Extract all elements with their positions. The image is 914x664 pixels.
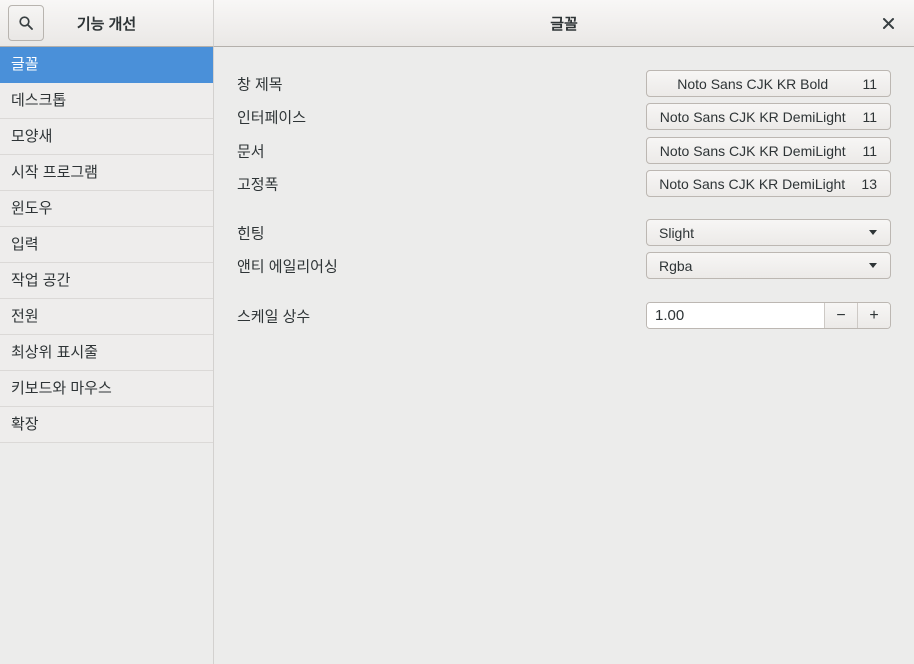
antialiasing-dropdown[interactable]: Rgba [646,252,891,279]
row-label: 인터페이스 [237,106,306,127]
scaling-factor-spinner: − + [646,302,891,329]
sidebar: 글꼴 데스크톱 모양새 시작 프로그램 윈도우 입력 작업 공간 전원 최상위 … [0,47,214,664]
sidebar-item-desktop[interactable]: 데스크톱 [0,83,213,119]
minus-icon: − [836,307,845,325]
font-size: 11 [858,143,890,159]
font-row-document: 문서 Noto Sans CJK KR DemiLight 11 [214,137,914,164]
increment-button[interactable]: + [857,303,890,328]
gnome-tweaks-window: 기능 개선 글꼴 글꼴 데스크톱 모양새 시작 프로그램 윈도우 입력 작업 공… [0,0,914,664]
chevron-down-icon [869,230,877,235]
plus-icon: + [869,307,878,325]
header-bar: 기능 개선 글꼴 [0,0,914,47]
sidebar-item-appearance[interactable]: 모양새 [0,119,213,155]
sidebar-item-fonts[interactable]: 글꼴 [0,47,213,83]
sidebar-title: 기능 개선 [77,13,136,34]
row-label: 앤티 에일리어싱 [237,255,338,276]
close-icon [882,17,895,30]
sidebar-item-workspaces[interactable]: 작업 공간 [0,263,213,299]
sidebar-item-input[interactable]: 입력 [0,227,213,263]
sidebar-item-top-bar[interactable]: 최상위 표시줄 [0,335,213,371]
sidebar-item-power[interactable]: 전원 [0,299,213,335]
hinting-row: 힌팅 Slight [214,219,914,246]
font-size: 11 [858,109,890,125]
search-button[interactable] [8,5,44,41]
row-label: 문서 [237,140,265,161]
search-icon [18,15,34,31]
font-button-window-title[interactable]: Noto Sans CJK KR Bold 11 [646,70,891,97]
fonts-panel: 창 제목 Noto Sans CJK KR Bold 11 인터페이스 Noto… [214,47,914,664]
dropdown-value: Slight [647,225,869,241]
font-size: 11 [858,76,890,92]
row-label: 힌팅 [237,222,265,243]
sidebar-item-startup-apps[interactable]: 시작 프로그램 [0,155,213,191]
sidebar-item-extensions[interactable]: 확장 [0,407,213,443]
font-row-monospace: 고정폭 Noto Sans CJK KR DemiLight 13 [214,170,914,197]
font-name: Noto Sans CJK KR Bold [647,76,858,92]
dropdown-value: Rgba [647,258,869,274]
font-name: Noto Sans CJK KR DemiLight [647,143,858,159]
font-name: Noto Sans CJK KR DemiLight [647,109,858,125]
close-button[interactable] [874,9,902,37]
hinting-dropdown[interactable]: Slight [646,219,891,246]
font-button-interface[interactable]: Noto Sans CJK KR DemiLight 11 [646,103,891,130]
antialiasing-row: 앤티 에일리어싱 Rgba [214,252,914,279]
page-title: 글꼴 [550,13,578,34]
main-header: 글꼴 [214,0,914,47]
sidebar-item-keyboard-mouse[interactable]: 키보드와 마우스 [0,371,213,407]
font-row-interface: 인터페이스 Noto Sans CJK KR DemiLight 11 [214,103,914,130]
font-size: 13 [857,176,890,192]
font-button-document[interactable]: Noto Sans CJK KR DemiLight 11 [646,137,891,164]
decrement-button[interactable]: − [824,303,857,328]
chevron-down-icon [869,263,877,268]
font-row-window-title: 창 제목 Noto Sans CJK KR Bold 11 [214,70,914,97]
font-button-monospace[interactable]: Noto Sans CJK KR DemiLight 13 [646,170,891,197]
sidebar-header: 기능 개선 [0,0,214,47]
scaling-factor-row: 스케일 상수 − + [214,302,914,329]
sidebar-item-windows[interactable]: 윈도우 [0,191,213,227]
font-name: Noto Sans CJK KR DemiLight [647,176,857,192]
row-label: 스케일 상수 [237,305,310,326]
row-label: 창 제목 [237,73,283,94]
scaling-factor-input[interactable] [647,303,824,328]
row-label: 고정폭 [237,173,278,194]
